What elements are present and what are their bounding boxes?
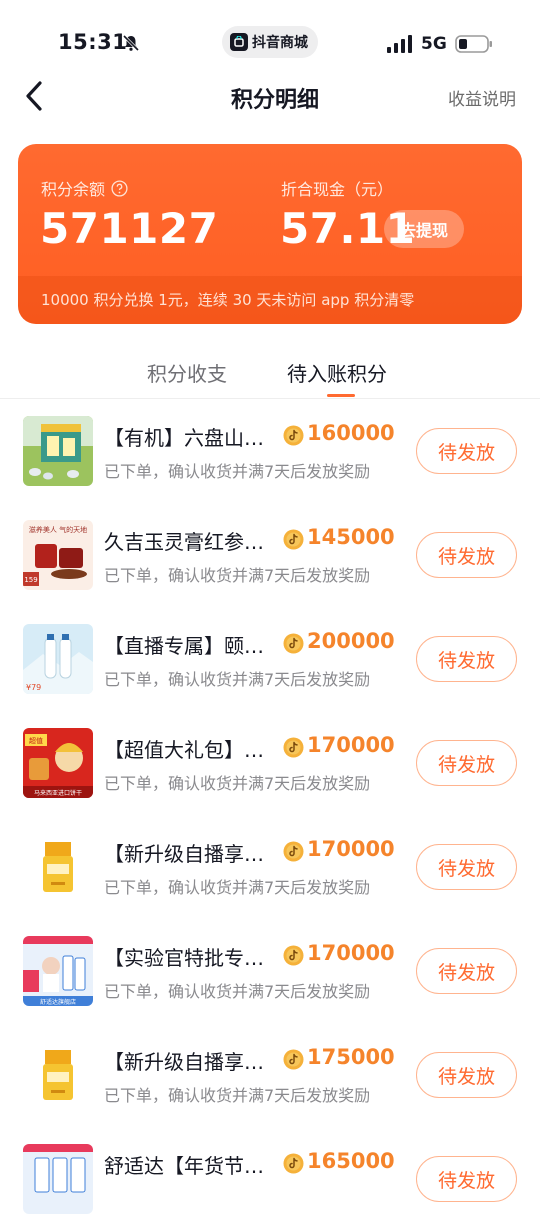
pending-button[interactable]: 待发放 — [416, 532, 517, 578]
points-value: 160000 — [307, 421, 395, 445]
pending-button[interactable]: 待发放 — [416, 1052, 517, 1098]
product-title: 舒适达【年货节… — [104, 1154, 264, 1178]
reward-status-desc: 已下单，确认收货并满7天后发放奖励 — [104, 462, 371, 481]
tab-bar: 积分收支 待入账积分 — [0, 352, 540, 400]
pending-button[interactable]: 待发放 — [416, 844, 517, 890]
points-value: 175000 — [307, 1045, 395, 1069]
app-pill[interactable]: 抖音商城 — [222, 26, 318, 58]
product-title: 【新升级自播享… — [104, 842, 264, 866]
thumb-caption: 舒适达旗舰店 — [40, 998, 76, 1006]
reward-status-desc: 已下单，确认收货并满7天后发放奖励 — [104, 878, 371, 897]
points-value: 145000 — [307, 525, 395, 549]
points-value: 200000 — [307, 629, 395, 653]
product-thumbnail — [23, 416, 93, 486]
reward-status-desc: 已下单，确认收货并满7天后发放奖励 — [104, 774, 371, 793]
points-summary-card: 积分余额 571127 折合现金（元） 57.11 去提现 10000 积分兑换… — [18, 144, 522, 324]
reward-status-desc: 已下单，确认收货并满7天后发放奖励 — [104, 566, 371, 585]
pending-button[interactable]: 待发放 — [416, 1156, 517, 1202]
app-pill-label: 抖音商城 — [252, 35, 308, 51]
thumb-price-tag: 159 — [24, 576, 37, 584]
product-thumbnail — [23, 1144, 93, 1214]
coin-icon — [283, 737, 304, 758]
points-value: 170000 — [307, 837, 395, 861]
product-title: 【新升级自播享… — [104, 1050, 264, 1074]
product-thumbnail: 滋养美人 气的天地 159 — [23, 520, 93, 590]
thumb-badge: 超值 — [29, 736, 43, 745]
product-thumbnail — [23, 1040, 93, 1110]
nav-bar: 积分明细 收益说明 — [0, 70, 540, 126]
product-title: 【超值大礼包】… — [104, 738, 264, 762]
help-icon[interactable] — [111, 179, 128, 197]
points-value: 170000 — [307, 941, 395, 965]
list-item[interactable]: ¥79 【直播专属】颐… 200000 已下单，确认收货并满7天后发放奖励 待发… — [0, 608, 540, 712]
coin-icon — [283, 425, 304, 446]
reward-status-desc: 已下单，确认收货并满7天后发放奖励 — [104, 1086, 371, 1105]
list-item[interactable]: 舒适达【年货节… 165000 待发放 — [0, 1128, 540, 1232]
pending-button[interactable]: 待发放 — [416, 428, 517, 474]
list-item[interactable]: 【有机】六盘山… 160000 已下单，确认收货并满7天后发放奖励 待发放 — [0, 400, 540, 504]
status-bar: 15:31 抖音商城 5G — [0, 0, 540, 78]
coin-icon — [283, 633, 304, 654]
product-title: 【直播专属】颐… — [104, 634, 264, 658]
balance-value: 571127 — [40, 204, 219, 253]
reward-status-desc: 已下单，确认收货并满7天后发放奖励 — [104, 982, 371, 1001]
coin-icon — [283, 1153, 304, 1174]
tab-points-history[interactable]: 积分收支 — [147, 358, 227, 387]
bell-mute-icon — [122, 34, 140, 52]
divider — [0, 398, 540, 399]
earnings-info-link[interactable]: 收益说明 — [448, 85, 516, 110]
balance-label-group: 积分余额 — [41, 176, 128, 200]
list-item[interactable]: 【新升级自播享… 170000 已下单，确认收货并满7天后发放奖励 待发放 — [0, 816, 540, 920]
balance-label: 积分余额 — [41, 180, 106, 199]
signal-icon — [387, 35, 412, 53]
coin-icon — [283, 841, 304, 862]
thumb-caption: 马来西亚进口饼干 — [34, 789, 82, 797]
product-thumbnail: 超值 马来西亚进口饼干 — [23, 728, 93, 798]
list-item[interactable]: 滋养美人 气的天地 159 久吉玉灵膏红参… 145000 已下单，确认收货并满… — [0, 504, 540, 608]
cash-label: 折合现金（元） — [281, 180, 394, 199]
points-value: 165000 — [307, 1149, 395, 1173]
list-item[interactable]: 【新升级自播享… 175000 已下单，确认收货并满7天后发放奖励 待发放 — [0, 1024, 540, 1128]
product-title: 【实验官特批专… — [104, 946, 264, 970]
list-item[interactable]: 舒适达旗舰店 【实验官特批专… 170000 已下单，确认收货并满7天后发放奖励… — [0, 920, 540, 1024]
douyin-mall-logo-icon — [230, 33, 248, 51]
active-tab-indicator — [327, 394, 355, 397]
thumb-caption: 滋养美人 气的天地 — [29, 525, 87, 534]
list-item[interactable]: 超值 马来西亚进口饼干 【超值大礼包】… 170000 已下单，确认收货并满7天… — [0, 712, 540, 816]
product-title: 久吉玉灵膏红参… — [104, 530, 264, 554]
product-thumbnail — [23, 832, 93, 902]
points-value: 170000 — [307, 733, 395, 757]
withdraw-button[interactable]: 去提现 — [384, 210, 464, 248]
coin-icon — [283, 529, 304, 550]
product-thumbnail: ¥79 — [23, 624, 93, 694]
coin-icon — [283, 945, 304, 966]
thumb-price-tag: ¥79 — [26, 683, 41, 692]
coin-icon — [283, 1049, 304, 1070]
pending-button[interactable]: 待发放 — [416, 740, 517, 786]
pending-button[interactable]: 待发放 — [416, 636, 517, 682]
product-thumbnail: 舒适达旗舰店 — [23, 936, 93, 1006]
battery-icon — [455, 35, 492, 53]
network-type: 5G — [421, 34, 447, 54]
product-title: 【有机】六盘山… — [104, 426, 264, 450]
tab-pending-points[interactable]: 待入账积分 — [287, 358, 387, 387]
reward-status-desc: 已下单，确认收货并满7天后发放奖励 — [104, 670, 371, 689]
status-time: 15:31 — [58, 30, 128, 54]
pending-button[interactable]: 待发放 — [416, 948, 517, 994]
points-rule-note: 10000 积分兑换 1元，连续 30 天未访问 app 积分清零 — [18, 276, 522, 324]
